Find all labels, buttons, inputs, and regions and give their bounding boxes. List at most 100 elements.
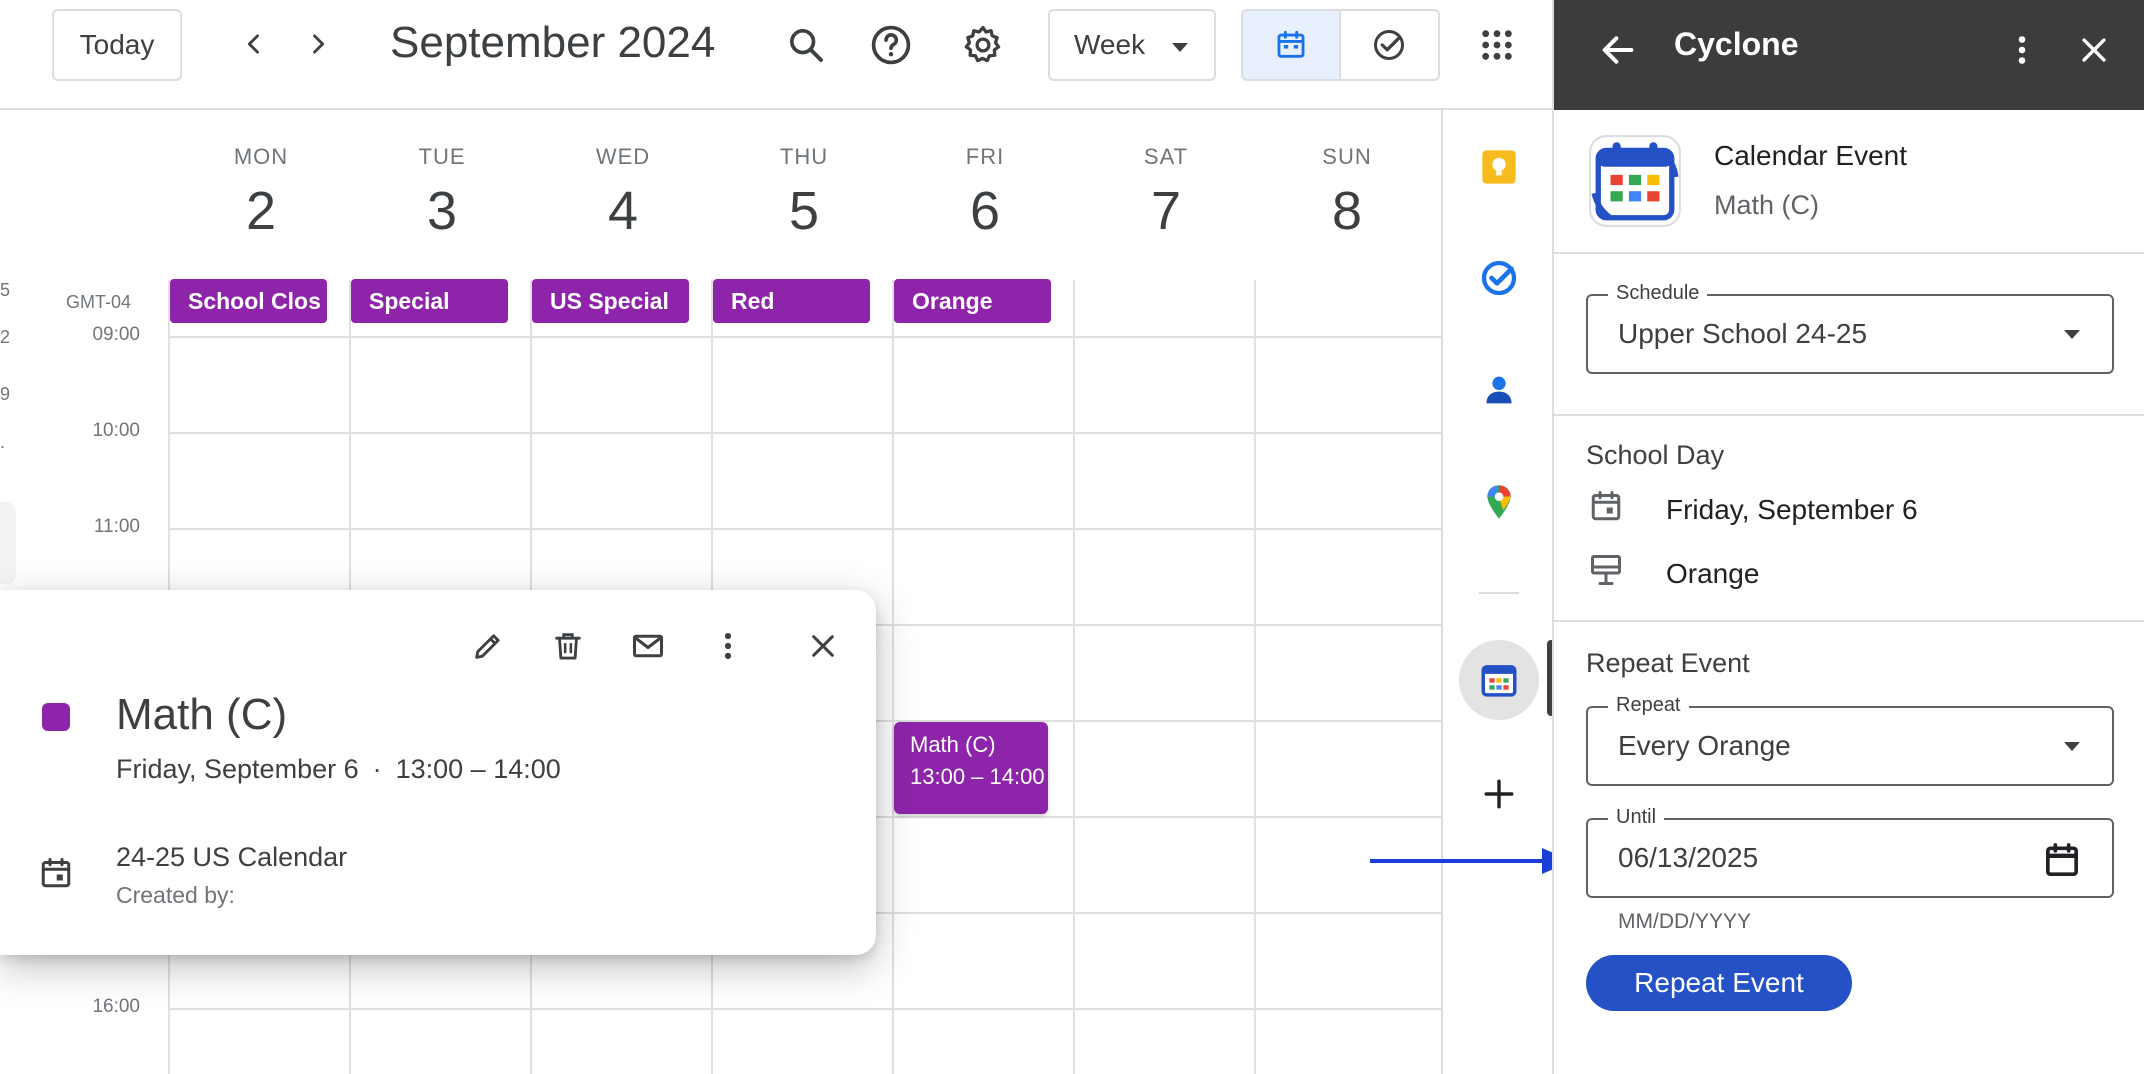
more-vert-icon	[724, 632, 732, 660]
day-of-week: SUN	[1322, 144, 1372, 169]
tasks-check-icon	[1481, 260, 1517, 296]
help-icon	[871, 25, 911, 65]
date-picker-button[interactable]	[2042, 840, 2082, 880]
schedule-value: Upper School 24-25	[1618, 318, 1868, 349]
panel-close-button[interactable]	[2066, 22, 2122, 78]
all-day-event[interactable]: Special	[351, 279, 508, 323]
timezone-label: GMT-04	[66, 292, 132, 312]
popup-close-button[interactable]	[795, 618, 851, 674]
search-button[interactable]	[776, 15, 836, 75]
back-arrow-icon	[1602, 36, 1634, 64]
day-header[interactable]: WED 4	[532, 144, 714, 242]
school-day-rotation-icon	[1588, 552, 1624, 588]
keep-icon	[1482, 150, 1516, 184]
event-color-swatch	[42, 703, 70, 731]
event-type-label: Calendar Event	[1714, 140, 1908, 171]
cyclone-calendar-icon	[1589, 135, 1681, 227]
day-header[interactable]: SUN 8	[1256, 144, 1438, 242]
hour-label: 10:00	[92, 420, 140, 441]
signpost-icon	[1591, 555, 1621, 585]
today-button[interactable]: Today	[52, 9, 182, 81]
day-number: 4	[607, 181, 639, 241]
panel-header: Cyclone	[1554, 0, 2144, 110]
google-apps-button[interactable]	[1467, 15, 1527, 75]
day-of-week: MON	[233, 144, 289, 169]
event-details-popup: Math (C) Friday, September 6 · 13:00 – 14:…	[0, 590, 876, 955]
calendar-view-button[interactable]	[1243, 11, 1341, 79]
prev-week-button[interactable]	[232, 22, 276, 66]
tasks-check-icon	[1374, 30, 1405, 60]
day-header[interactable]: MON 2	[170, 144, 352, 242]
day-column-line	[1073, 280, 1075, 1074]
help-button[interactable]	[861, 15, 921, 75]
email-icon	[633, 634, 663, 658]
tasks-view-button[interactable]	[1341, 11, 1439, 79]
repeat-label: Repeat	[1608, 694, 1689, 717]
section-divider	[1554, 414, 2144, 416]
repeat-value: Every Orange	[1618, 730, 1791, 761]
chevron-right-icon	[313, 34, 325, 54]
day-header[interactable]: FRI 6	[894, 144, 1076, 242]
day-column-line	[892, 280, 894, 1074]
day-header[interactable]: THU 5	[713, 144, 895, 242]
popup-event-date: Friday, September 6	[116, 754, 359, 784]
popup-calendar-name: 24-25 US Calendar	[116, 842, 348, 872]
school-day-rotation: Orange	[1666, 558, 1760, 589]
schedule-label: Schedule	[1608, 282, 1708, 305]
all-day-event[interactable]: Orange	[894, 279, 1051, 323]
day-number: 7	[1150, 181, 1182, 241]
hour-line	[168, 432, 1441, 434]
panel-back-button[interactable]	[1590, 22, 1646, 78]
maps-button[interactable]	[1477, 480, 1521, 524]
panel-title: Cyclone	[1674, 26, 1799, 62]
dropdown-caret-icon	[2064, 330, 2080, 339]
popup-event-time: 13:00 – 14:00	[395, 754, 561, 784]
repeat-event-heading: Repeat Event	[1586, 648, 1750, 678]
popup-created-by: Created by:	[116, 882, 235, 908]
calendar-icon	[2046, 843, 2078, 876]
section-divider	[1554, 620, 2144, 622]
cut-off-text: 5	[0, 280, 11, 300]
next-week-button[interactable]	[296, 22, 340, 66]
cyclone-addon-button[interactable]	[1459, 640, 1539, 720]
dropdown-caret-icon	[2064, 742, 2080, 751]
all-day-event[interactable]: US Special	[532, 279, 689, 323]
until-value: 06/13/2025	[1618, 842, 1759, 873]
view-selector[interactable]: Week	[1048, 9, 1216, 81]
all-day-event[interactable]: Red	[713, 279, 870, 323]
panel-more-options-button[interactable]	[1994, 22, 2050, 78]
more-vert-icon	[2018, 36, 2026, 64]
section-divider	[1554, 252, 2144, 254]
close-icon	[2082, 38, 2106, 62]
day-of-week: TUE	[418, 144, 466, 169]
edit-event-button[interactable]	[460, 618, 516, 674]
until-date-field[interactable]: Until 06/13/2025	[1586, 806, 2114, 898]
repeat-select[interactable]: Repeat Every Orange	[1586, 694, 2114, 786]
contacts-icon	[1486, 376, 1512, 404]
maps-icon	[1487, 485, 1511, 519]
popup-more-options-button[interactable]	[700, 618, 756, 674]
day-number: 6	[969, 181, 1001, 241]
calendar-event-block[interactable]: Math (C) 13:00 – 14:00	[894, 722, 1048, 814]
cyclone-calendar-icon	[1481, 665, 1517, 697]
gear-icon	[964, 25, 1001, 63]
repeat-event-button[interactable]: Repeat Event	[1586, 955, 1852, 1011]
annotation-arrow	[1368, 846, 1574, 876]
contacts-button[interactable]	[1477, 368, 1521, 412]
day-header[interactable]: TUE 3	[351, 144, 533, 242]
keep-button[interactable]	[1477, 145, 1521, 189]
get-addons-button[interactable]	[1477, 772, 1521, 816]
settings-button[interactable]	[953, 15, 1013, 75]
tasks-button[interactable]	[1477, 256, 1521, 300]
delete-icon	[555, 633, 581, 660]
day-of-week: THU	[779, 144, 829, 169]
all-day-event[interactable]: School Clos	[170, 279, 327, 323]
event-block-title: Math (C)	[910, 732, 996, 757]
email-guests-button[interactable]	[620, 618, 676, 674]
delete-event-button[interactable]	[540, 618, 596, 674]
cut-off-text: .	[0, 432, 6, 452]
calendar-icon	[1277, 30, 1305, 58]
schedule-select[interactable]: Schedule Upper School 24-25	[1586, 282, 2114, 374]
day-header[interactable]: SAT 7	[1075, 144, 1257, 242]
cyclone-logo	[1586, 132, 1684, 230]
